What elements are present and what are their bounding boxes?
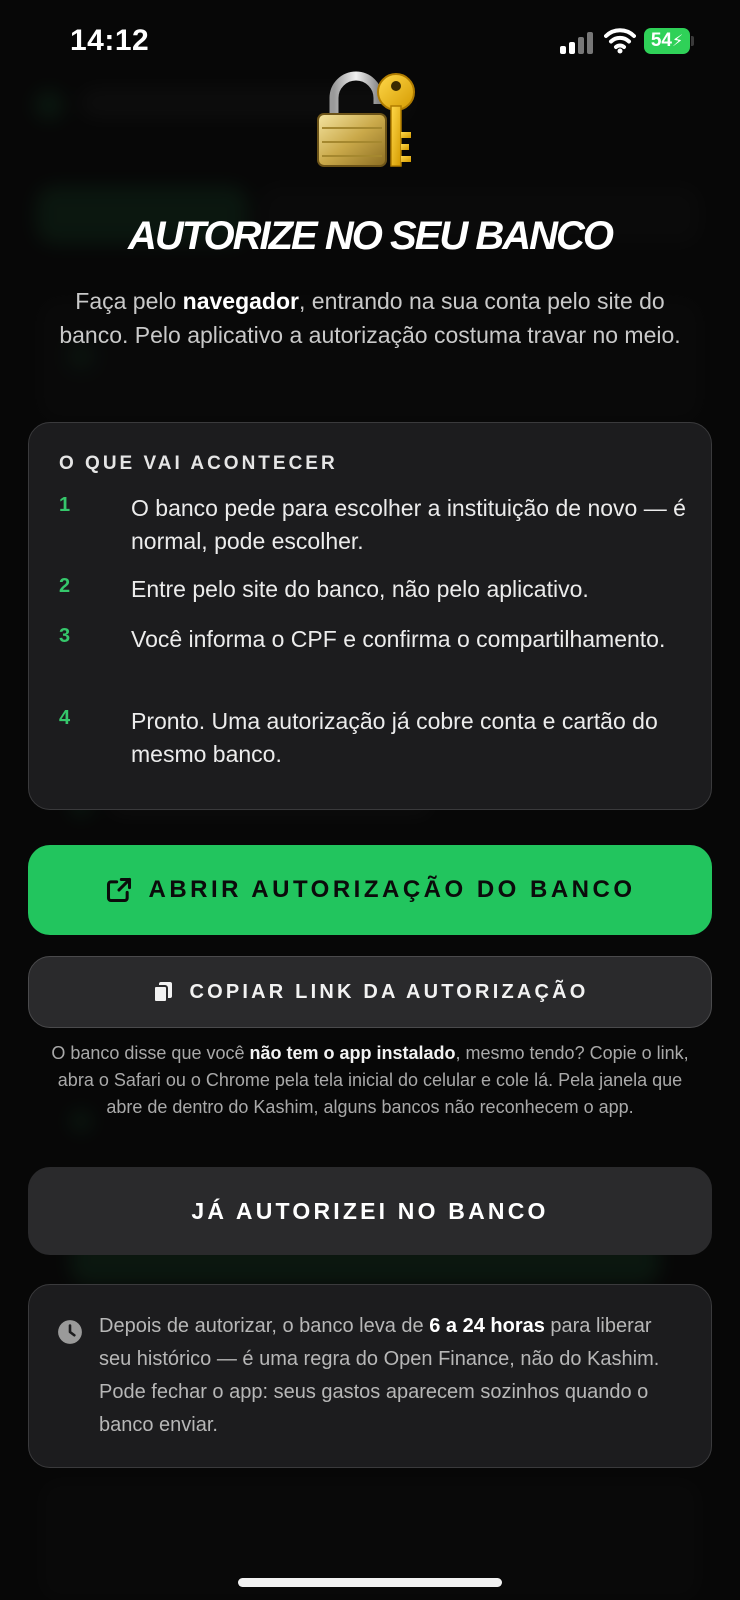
- step-number: 2: [59, 575, 71, 597]
- steps-heading: O QUE VAI ACONTECER: [59, 453, 338, 474]
- open-bank-authorization-button[interactable]: ABRIR AUTORIZAÇÃO DO BANCO: [28, 845, 712, 935]
- step-text: Pronto. Uma autorização já cobre conta e…: [131, 708, 658, 767]
- intro-text: Faça pelo navegador, entrando na sua con…: [59, 288, 681, 348]
- step-number: 1: [59, 494, 71, 516]
- processing-time-text: Depois de autorizar, o banco leva de 6 a…: [99, 1315, 660, 1436]
- steps-card: O QUE VAI ACONTECER 1 O banco pede para …: [28, 422, 712, 810]
- step-text: Você informa o CPF e confirma o comparti…: [131, 626, 666, 652]
- open-bank-authorization-label: ABRIR AUTORIZAÇÃO DO BANCO: [148, 876, 636, 903]
- app-not-installed-help: O banco disse que você não tem o app ins…: [51, 1043, 689, 1117]
- clock-icon: [58, 1320, 82, 1344]
- wifi-icon: [604, 28, 636, 54]
- status-time: 14:12: [70, 24, 150, 57]
- battery-level: 54: [650, 30, 672, 51]
- home-indicator[interactable]: [238, 1578, 502, 1587]
- step-text: O banco pede para escolher a instituição…: [131, 495, 686, 554]
- lock-with-key-icon: [317, 71, 415, 167]
- cellular-signal-icon: [560, 30, 596, 54]
- already-authorized-button[interactable]: JÁ AUTORIZEI NO BANCO: [28, 1167, 712, 1255]
- step-number: 3: [59, 625, 71, 647]
- processing-time-info-card: Depois de autorizar, o banco leva de 6 a…: [28, 1284, 712, 1468]
- already-authorized-label: JÁ AUTORIZEI NO BANCO: [191, 1197, 549, 1224]
- step-text: Entre pelo site do banco, não pelo aplic…: [131, 576, 589, 602]
- step-number: 4: [59, 707, 71, 729]
- external-link-icon: [106, 877, 131, 903]
- copy-authorization-link-button[interactable]: COPIAR LINK DA AUTORIZAÇÃO: [28, 956, 712, 1028]
- battery-indicator: 54 ⚡: [644, 28, 690, 54]
- copy-authorization-link-label: COPIAR LINK DA AUTORIZAÇÃO: [189, 980, 589, 1003]
- battery-tip: [691, 36, 694, 46]
- copy-icon: [153, 982, 173, 1003]
- page-title: AUTORIZE NO SEU BANCO: [128, 214, 614, 258]
